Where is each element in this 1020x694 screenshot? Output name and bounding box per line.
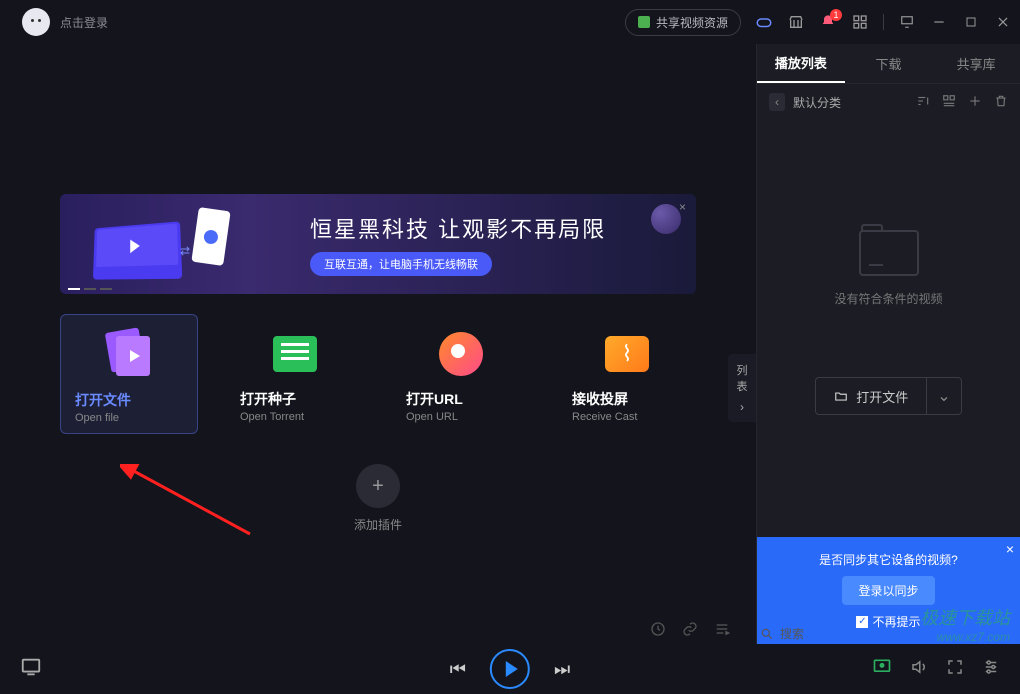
open-torrent-card[interactable]: 打开种子 Open Torrent — [226, 314, 364, 434]
add-icon[interactable] — [968, 94, 982, 111]
banner-close-icon[interactable]: × — [679, 200, 686, 214]
card-title: 打开文件 — [75, 390, 183, 410]
player-bar: ⏮ ⏭ — [0, 644, 1020, 694]
view-icon[interactable] — [942, 94, 956, 111]
sidebar: 播放列表 下载 共享库 ‹ 默认分类 没有符合条件的视频 打开文件 ⌄ — [756, 44, 1020, 644]
add-plugin-button[interactable]: + — [356, 464, 400, 508]
sync-close-icon[interactable]: × — [1006, 541, 1014, 557]
add-plugin-label: 添加插件 — [0, 516, 756, 533]
apps-icon[interactable] — [851, 13, 869, 31]
previous-icon[interactable]: ⏮ — [450, 659, 466, 680]
category-label: 默认分类 — [793, 94, 841, 111]
checkbox-icon: ✓ — [856, 616, 868, 628]
title-bar: 点击登录 共享视频资源 1 — [0, 0, 1020, 44]
settings-icon[interactable] — [982, 658, 1000, 681]
no-prompt-label: 不再提示 — [872, 613, 920, 630]
share-video-button[interactable]: 共享视频资源 — [625, 9, 741, 36]
receive-cast-card[interactable]: ⌇ 接收投屏 Receive Cast — [558, 314, 696, 434]
notification-badge: 1 — [830, 9, 842, 21]
sort-icon[interactable] — [916, 94, 930, 111]
screen-mode-icon[interactable] — [20, 656, 50, 683]
mini-mode-icon[interactable] — [898, 13, 916, 31]
card-title: 打开URL — [406, 389, 516, 409]
file-icon — [104, 334, 154, 376]
share-label: 共享视频资源 — [656, 14, 728, 31]
sync-question: 是否同步其它设备的视频? — [771, 551, 1006, 568]
tab-share[interactable]: 共享库 — [932, 44, 1020, 83]
sidebar-open-file-button[interactable]: 打开文件 — [816, 378, 926, 414]
tab-download[interactable]: 下载 — [845, 44, 933, 83]
torrent-icon — [273, 336, 317, 372]
link-icon[interactable] — [682, 621, 698, 642]
empty-folder-icon — [859, 230, 919, 276]
empty-text: 没有符合条件的视频 — [834, 290, 942, 307]
close-icon[interactable] — [994, 13, 1012, 31]
banner-title: 恒星黑科技 让观影不再局限 — [310, 212, 696, 244]
history-icon[interactable] — [650, 621, 666, 642]
play-button[interactable] — [490, 649, 530, 689]
card-subtitle: Receive Cast — [572, 411, 682, 423]
search-input[interactable]: 搜索 — [780, 625, 804, 642]
volume-icon[interactable] — [910, 658, 928, 681]
cast-screen-icon[interactable] — [872, 657, 892, 682]
open-file-card[interactable]: 打开文件 Open file — [60, 314, 198, 434]
list-toggle-button[interactable]: 列表 › — [728, 354, 756, 422]
open-file-label: 打开文件 — [856, 387, 908, 406]
url-icon — [439, 332, 483, 376]
chevron-right-icon: › — [734, 400, 750, 414]
card-title: 打开种子 — [240, 389, 350, 409]
tab-playlist[interactable]: 播放列表 — [757, 44, 845, 83]
promo-banner[interactable]: ⇄ 恒星黑科技 让观影不再局限 互联互通，让电脑手机无线畅联 × — [60, 194, 696, 294]
card-subtitle: Open file — [75, 412, 183, 424]
card-subtitle: Open Torrent — [240, 411, 350, 423]
gamepad-icon[interactable] — [755, 13, 773, 31]
next-icon[interactable]: ⏭ — [554, 659, 570, 680]
store-icon[interactable] — [787, 13, 805, 31]
banner-subtitle: 互联互通，让电脑手机无线畅联 — [310, 252, 492, 276]
login-link[interactable]: 点击登录 — [60, 14, 108, 31]
back-button[interactable]: ‹ — [769, 93, 785, 111]
open-url-card[interactable]: 打开URL Open URL — [392, 314, 530, 434]
divider — [883, 14, 884, 30]
card-subtitle: Open URL — [406, 411, 516, 423]
open-file-dropdown[interactable]: ⌄ — [926, 378, 960, 414]
no-prompt-checkbox[interactable]: ✓ 不再提示 — [771, 613, 1006, 630]
minimize-icon[interactable] — [930, 13, 948, 31]
sync-login-button[interactable]: 登录以同步 — [842, 576, 934, 605]
maximize-icon[interactable] — [962, 13, 980, 31]
card-title: 接收投屏 — [572, 389, 682, 409]
main-content: ⇄ 恒星黑科技 让观影不再局限 互联互通，让电脑手机无线畅联 × 打开文件 Op… — [0, 44, 756, 644]
cast-icon: ⌇ — [605, 336, 649, 372]
android-icon — [638, 16, 650, 28]
folder-icon — [834, 389, 848, 403]
fullscreen-icon[interactable] — [946, 658, 964, 681]
list-toggle-label: 列表 — [734, 362, 750, 394]
search-icon — [760, 627, 774, 641]
notification-icon[interactable]: 1 — [819, 13, 837, 31]
avatar[interactable] — [22, 8, 50, 36]
queue-icon[interactable] — [714, 621, 730, 642]
delete-icon[interactable] — [994, 94, 1008, 111]
